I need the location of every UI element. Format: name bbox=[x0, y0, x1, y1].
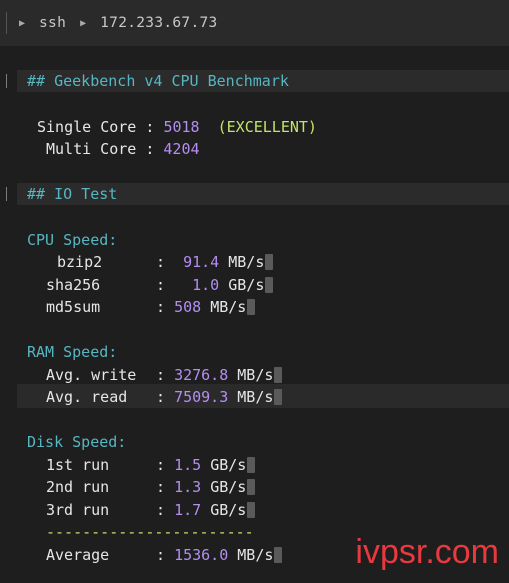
ram-speed-title: RAM Speed: bbox=[27, 343, 118, 361]
cpu-label: bzip2 bbox=[57, 253, 103, 271]
disk-label: 3rd run bbox=[46, 501, 110, 519]
ram-row-value: : 7509.3 MB/s bbox=[156, 386, 283, 408]
terminal-title-bar: ▶ ssh ▶ 172.233.67.73 bbox=[0, 0, 509, 46]
average-row-value: : 1536.0 MB/s bbox=[156, 544, 283, 566]
cpu-unit: MB/s bbox=[228, 253, 265, 271]
colon: : bbox=[156, 501, 166, 519]
disk-row: 1st run bbox=[46, 454, 109, 476]
disk-row-value: : 1.5 GB/s bbox=[156, 454, 256, 476]
cpu-row: md5sum bbox=[46, 296, 100, 318]
average-row: Average bbox=[46, 544, 109, 566]
cpu-value: 508 bbox=[174, 298, 202, 316]
single-core-value: 5018 bbox=[163, 118, 200, 136]
cursor-block bbox=[274, 389, 283, 405]
cpu-row: bzip2 bbox=[57, 251, 102, 273]
multi-core-label: Multi Core bbox=[46, 140, 137, 158]
average-label: Average bbox=[46, 546, 110, 564]
disk-speed-title: Disk Speed: bbox=[27, 433, 127, 451]
cpu-label: md5sum bbox=[46, 298, 101, 316]
cpu-unit: MB/s bbox=[210, 298, 247, 316]
cpu-unit: GB/s bbox=[228, 276, 265, 294]
colon: : bbox=[145, 118, 155, 136]
disk-label: 1st run bbox=[46, 456, 110, 474]
colon: : bbox=[156, 478, 166, 496]
disk-value: 1.5 bbox=[174, 456, 202, 474]
ram-row: Avg. write bbox=[46, 364, 136, 386]
ram-row-value: : 3276.8 MB/s bbox=[156, 364, 283, 386]
site-watermark: ivpsr.com bbox=[355, 533, 499, 571]
disk-unit: GB/s bbox=[210, 501, 247, 519]
multi-core-value: 4204 bbox=[163, 140, 200, 158]
ram-unit: MB/s bbox=[237, 366, 274, 384]
fold-marker bbox=[0, 74, 7, 88]
single-core-row: Single Core : 5018 (EXCELLENT) bbox=[37, 116, 317, 138]
colon: : bbox=[156, 456, 166, 474]
single-core-label: Single Core bbox=[37, 118, 137, 136]
cursor-block bbox=[274, 547, 283, 563]
colon: : bbox=[156, 388, 166, 406]
average-value: 1536.0 bbox=[174, 546, 229, 564]
disk-row-value: : 1.7 GB/s bbox=[156, 499, 256, 521]
colon: : bbox=[156, 253, 166, 271]
disk-row: 2nd run bbox=[46, 476, 109, 498]
disk-unit: GB/s bbox=[210, 456, 247, 474]
disk-value: 1.7 bbox=[174, 501, 202, 519]
cursor-block bbox=[265, 277, 274, 293]
title-divider bbox=[6, 12, 7, 34]
colon: : bbox=[156, 298, 166, 316]
cursor-block bbox=[247, 299, 256, 315]
cpu-value: 1.0 bbox=[192, 276, 220, 294]
cpu-row-value: : 1.0 GB/s bbox=[156, 274, 274, 296]
cursor-block bbox=[247, 479, 256, 495]
colon: : bbox=[156, 366, 166, 384]
ram-value: 7509.3 bbox=[174, 388, 229, 406]
disk-value: 1.3 bbox=[174, 478, 202, 496]
cpu-row: sha256 bbox=[46, 274, 100, 296]
cpu-label: sha256 bbox=[46, 276, 101, 294]
cursor-block bbox=[265, 254, 274, 270]
colon: : bbox=[145, 140, 155, 158]
breadcrumb-ssh[interactable]: ssh bbox=[39, 15, 66, 31]
io-heading: ## IO Test bbox=[27, 185, 118, 203]
disk-row-value: : 1.3 GB/s bbox=[156, 476, 256, 498]
cursor-block bbox=[247, 457, 256, 473]
single-core-rating: (EXCELLENT) bbox=[217, 118, 317, 136]
multi-core-row: Multi Core : 4204 bbox=[46, 138, 200, 160]
ram-value: 3276.8 bbox=[174, 366, 229, 384]
cursor-block bbox=[247, 502, 256, 518]
cpu-row-value: : 508 MB/s bbox=[156, 296, 256, 318]
cursor-block bbox=[274, 367, 283, 383]
ram-label: Avg. write bbox=[46, 366, 137, 384]
cpu-speed-title: CPU Speed: bbox=[27, 231, 118, 249]
chevron-right-icon: ▶ bbox=[19, 17, 26, 29]
ram-unit: MB/s bbox=[237, 388, 274, 406]
geekbench-heading: ## Geekbench v4 CPU Benchmark bbox=[27, 72, 289, 90]
average-unit: MB/s bbox=[237, 546, 274, 564]
disk-row: 3rd run bbox=[46, 499, 109, 521]
colon: : bbox=[156, 276, 166, 294]
separator-line: ----------------------- bbox=[46, 523, 254, 541]
breadcrumb-host[interactable]: 172.233.67.73 bbox=[100, 15, 217, 31]
colon: : bbox=[156, 546, 166, 564]
cpu-value: 91.4 bbox=[183, 253, 220, 271]
ram-label: Avg. read bbox=[46, 388, 128, 406]
fold-marker bbox=[0, 187, 7, 201]
chevron-right-icon: ▶ bbox=[80, 17, 87, 29]
disk-label: 2nd run bbox=[46, 478, 110, 496]
cpu-row-value: : 91.4 MB/s bbox=[156, 251, 274, 273]
ram-row: Avg. read bbox=[46, 386, 127, 408]
disk-unit: GB/s bbox=[210, 478, 247, 496]
